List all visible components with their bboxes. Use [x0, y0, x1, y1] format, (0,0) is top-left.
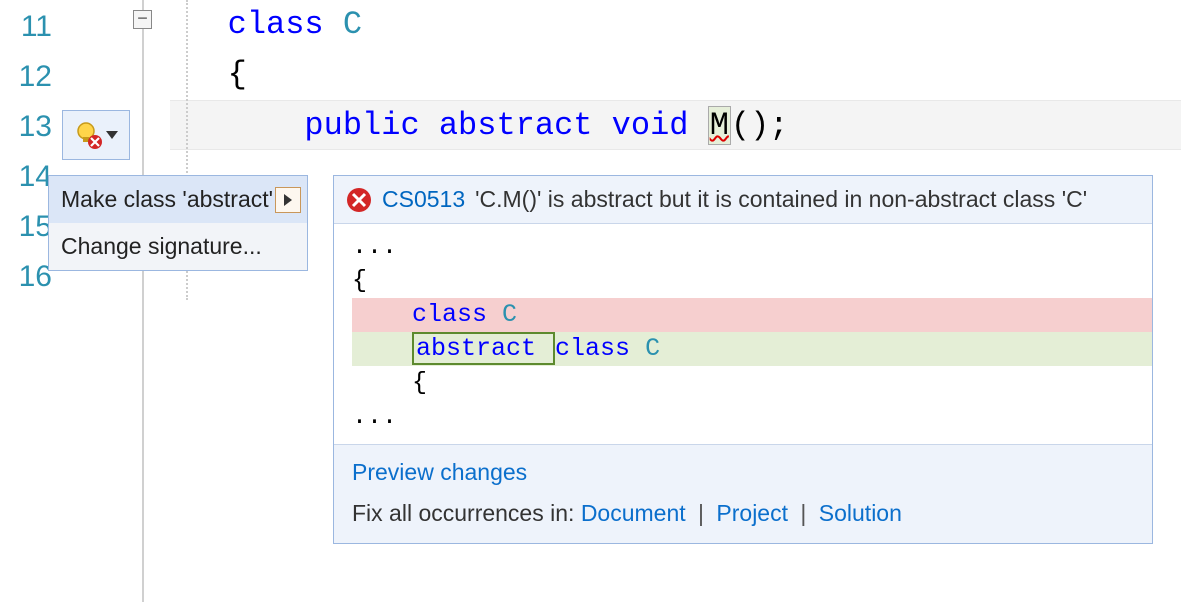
line-number: 11	[0, 2, 60, 52]
menu-item-label: Change signature...	[61, 233, 262, 260]
code-line[interactable]: class C	[170, 0, 1181, 50]
preview-changes-link[interactable]: Preview changes	[352, 459, 527, 485]
quick-action-preview-panel: CS0513 'C.M()' is abstract but it is con…	[333, 175, 1153, 544]
code-line[interactable]: {	[170, 50, 1181, 100]
type-name: C	[343, 6, 362, 43]
keyword-class: class	[412, 300, 502, 329]
quick-action-change-signature[interactable]: Change signature...	[49, 223, 307, 270]
keyword-class: class	[555, 334, 645, 363]
diff-preview: ... { class C abstract class C { ...	[334, 223, 1152, 445]
fold-toggle[interactable]: −	[133, 10, 152, 29]
fix-scope-project[interactable]: Project	[716, 500, 788, 526]
keyword-class: class	[228, 6, 343, 43]
keyword-abstract: abstract	[439, 107, 612, 144]
error-code-link[interactable]: CS0513	[382, 186, 465, 213]
fix-scope-document[interactable]: Document	[581, 500, 686, 526]
type-name: C	[502, 300, 517, 329]
indent	[352, 300, 412, 329]
submenu-indicator[interactable]	[275, 187, 301, 213]
fix-scope-solution[interactable]: Solution	[819, 500, 902, 526]
diff-added-line: abstract class C	[352, 332, 1152, 366]
quick-action-make-abstract[interactable]: Make class 'abstract'	[49, 176, 307, 223]
indent	[352, 334, 412, 363]
code-text: ();	[731, 107, 789, 144]
separator: |	[692, 500, 711, 526]
preview-footer: Preview changes Fix all occurrences in: …	[334, 445, 1152, 543]
method-name-error[interactable]: M	[708, 106, 731, 145]
separator: |	[794, 500, 813, 526]
error-header: CS0513 'C.M()' is abstract but it is con…	[334, 176, 1152, 223]
fix-scope-label: Fix all occurrences in:	[352, 500, 581, 526]
line-number: 12	[0, 52, 60, 102]
quick-actions-menu: Make class 'abstract' Change signature..…	[48, 175, 308, 271]
line-number: 13	[0, 102, 60, 152]
dropdown-caret-icon	[106, 131, 118, 139]
diff-line: {	[352, 366, 1152, 400]
brace: {	[228, 56, 247, 93]
fold-guide-line	[142, 0, 144, 602]
lightbulb-error-icon	[74, 121, 102, 149]
diff-ellipsis: ...	[352, 400, 1152, 434]
quick-actions-lightbulb[interactable]	[62, 110, 130, 160]
keyword-public: public	[304, 107, 438, 144]
error-icon	[346, 187, 372, 213]
diff-removed-line: class C	[352, 298, 1152, 332]
code-line-current[interactable]: public abstract void M();	[170, 100, 1181, 150]
type-name: C	[645, 334, 660, 363]
added-keyword-highlight: abstract	[412, 332, 555, 365]
keyword-void: void	[612, 107, 708, 144]
chevron-right-icon	[284, 194, 292, 206]
diff-line: {	[352, 264, 1152, 298]
diff-ellipsis: ...	[352, 230, 1152, 264]
menu-item-label: Make class 'abstract'	[61, 186, 273, 213]
error-message: 'C.M()' is abstract but it is contained …	[475, 186, 1087, 213]
